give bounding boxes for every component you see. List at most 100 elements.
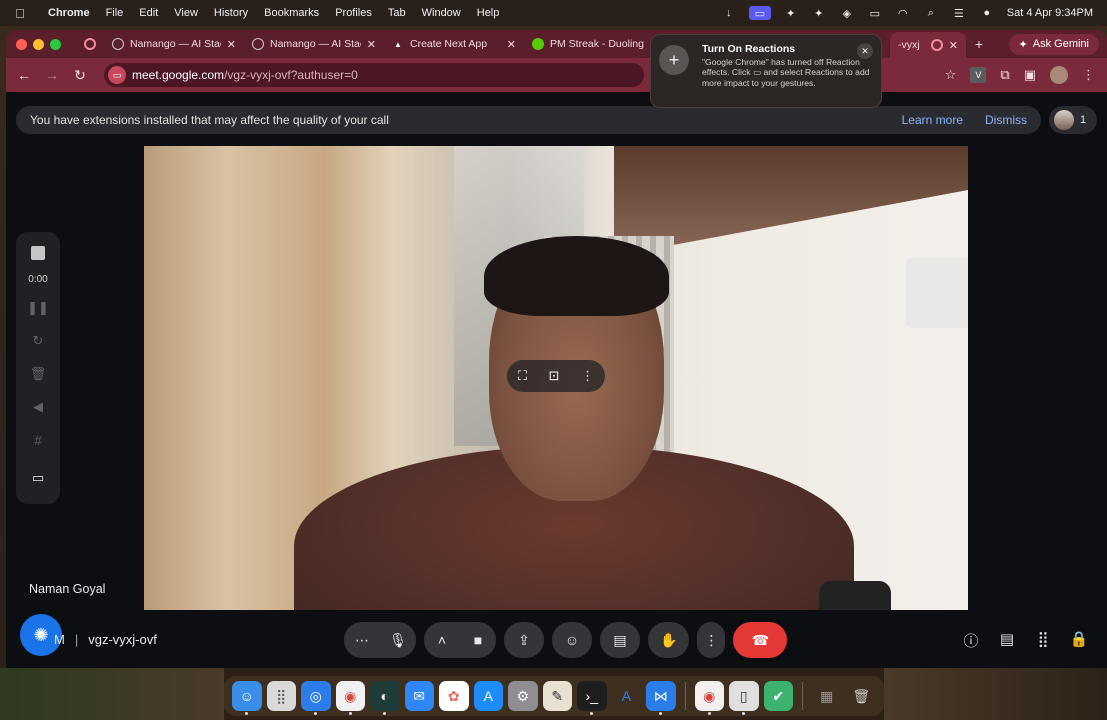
system-settings-icon[interactable]: ⚙: [508, 681, 538, 711]
profile-avatar[interactable]: [1050, 66, 1068, 84]
speaker-muted-icon[interactable]: ◀: [28, 397, 48, 417]
grid-icon[interactable]: #: [28, 430, 48, 450]
present-screen-icon[interactable]: ⇪: [504, 622, 544, 658]
video-options-chevron-icon[interactable]: ˄: [424, 632, 460, 648]
dismiss-button[interactable]: Dismiss: [985, 113, 1027, 127]
control-center-icon[interactable]: ☰: [951, 6, 967, 20]
audio-options-icon[interactable]: ⋯: [344, 632, 380, 649]
reactions-notification[interactable]: + Turn On Reactions "Google Chrome" has …: [650, 34, 882, 108]
menu-view[interactable]: View: [166, 7, 206, 19]
participants-chip[interactable]: 1: [1049, 106, 1097, 134]
chrome-menu-icon[interactable]: ⋮: [1082, 67, 1095, 83]
stop-recording-button[interactable]: [31, 246, 45, 260]
finder-icon[interactable]: ☺: [232, 681, 262, 715]
tab-namango-2[interactable]: Namango — AI Stac ✕: [244, 33, 384, 55]
chrome-icon[interactable]: ◉: [335, 681, 366, 715]
ask-gemini-button[interactable]: ✦ Ask Gemini: [1008, 33, 1099, 55]
minimize-window-button[interactable]: [33, 38, 44, 50]
tab-recording[interactable]: [76, 33, 104, 55]
wifi-icon[interactable]: ◠: [895, 6, 911, 20]
trash-icon[interactable]: 🗑: [28, 364, 48, 384]
gemini-sparkle-icon: ✦: [1018, 38, 1028, 51]
vector-app-icon[interactable]: A: [612, 681, 642, 711]
frame-person-icon[interactable]: ⛶: [518, 368, 527, 384]
security-shield-icon[interactable]: ✔: [763, 681, 793, 711]
zoom-window-button[interactable]: [50, 38, 61, 50]
close-tab-icon[interactable]: ✕: [227, 38, 236, 51]
menu-edit[interactable]: Edit: [131, 7, 166, 19]
notes-app-icon[interactable]: ✎: [542, 681, 573, 711]
trash-icon[interactable]: 🗑: [846, 681, 876, 711]
time-suffix: M: [54, 632, 65, 647]
terminal-icon[interactable]: ›_: [577, 681, 607, 715]
tab-namango-1[interactable]: Namango — AI Stac ✕: [104, 33, 244, 55]
apple-icon[interactable]: : [0, 6, 40, 21]
more-options-icon[interactable]: ⋮: [697, 622, 726, 658]
mail-icon[interactable]: ✉: [404, 681, 435, 711]
close-tab-icon[interactable]: ✕: [507, 38, 516, 51]
tab-search-icon[interactable]: ▣: [1024, 67, 1036, 83]
shield-status-icon[interactable]: ◈: [839, 6, 855, 20]
tab-meet-active[interactable]: -vyxj ✕: [890, 32, 966, 58]
menu-help[interactable]: Help: [469, 7, 508, 19]
downloads-stack-icon[interactable]: ▦: [812, 681, 842, 711]
vercel-triangle-icon: ▲: [394, 39, 402, 49]
tab-pm-streak[interactable]: PM Streak - Duoling: [524, 33, 664, 55]
end-call-icon[interactable]: ☎: [733, 622, 788, 658]
raise-hand-icon[interactable]: ✋: [648, 622, 690, 658]
extension-v-icon[interactable]: V: [970, 67, 987, 83]
back-arrow-icon[interactable]: ←: [10, 67, 38, 83]
chat-icon[interactable]: ▤: [997, 630, 1017, 651]
close-window-button[interactable]: [16, 38, 27, 50]
spotlight-search-icon[interactable]: ⌕: [923, 6, 939, 20]
video-camera-icon[interactable]: ■: [460, 632, 496, 648]
menu-profiles[interactable]: Profiles: [327, 7, 380, 19]
menu-tab[interactable]: Tab: [380, 7, 414, 19]
battery-icon[interactable]: ▭: [867, 6, 883, 20]
new-tab-button[interactable]: +: [966, 36, 992, 52]
vscode-icon[interactable]: ⋈: [646, 681, 676, 715]
launchpad-icon[interactable]: ⣿: [266, 681, 297, 711]
pause-icon[interactable]: ❚❚: [27, 298, 49, 318]
close-tab-icon[interactable]: ✕: [367, 38, 376, 51]
document-viewer-icon[interactable]: ▯: [729, 681, 759, 715]
sparkle-icon[interactable]: ✦: [783, 6, 799, 20]
menu-bookmarks[interactable]: Bookmarks: [256, 7, 327, 19]
menu-app-name[interactable]: Chrome: [40, 7, 98, 19]
menu-history[interactable]: History: [206, 7, 256, 19]
participant-video-tile[interactable]: ⛶ ⊡ ⋮: [144, 146, 968, 610]
address-bar[interactable]: ▭ meet.google.com/vgz-vyxj-ovf?authuser=…: [104, 63, 644, 87]
safari-icon[interactable]: ◎: [301, 681, 331, 715]
sparkle-icon-2[interactable]: ✦: [811, 6, 827, 20]
app-store-icon[interactable]: A: [473, 681, 504, 711]
microphone-icon[interactable]: 🎙: [380, 632, 416, 649]
download-status-icon[interactable]: ↓: [721, 6, 737, 20]
close-tab-icon[interactable]: ✕: [949, 39, 958, 52]
menu-file[interactable]: File: [98, 7, 132, 19]
menubar-clock[interactable]: Sat 4 Apr 9:34PM: [1007, 7, 1093, 19]
reload-icon[interactable]: ↻: [66, 67, 94, 84]
more-options-icon[interactable]: ⋮: [581, 368, 594, 384]
screen-share-status-icon[interactable]: ▭: [748, 6, 771, 20]
forward-arrow-icon[interactable]: →: [38, 67, 66, 83]
chrome-app-icon[interactable]: ◉: [694, 681, 724, 715]
photos-icon[interactable]: ✿: [439, 681, 469, 711]
activities-grid-icon[interactable]: ⣿: [1033, 630, 1053, 651]
siri-icon[interactable]: ●: [979, 6, 995, 20]
effects-icon[interactable]: ⊡: [549, 368, 560, 384]
bookmark-star-icon[interactable]: ☆: [945, 67, 957, 83]
meeting-info-icon[interactable]: ⓘ: [961, 630, 981, 651]
close-notification-icon[interactable]: ✕: [857, 43, 873, 59]
learn-more-link[interactable]: Learn more: [902, 113, 963, 127]
cursor-app-icon[interactable]: ◐: [370, 681, 400, 715]
reactions-emoji-icon[interactable]: ☺: [552, 622, 592, 658]
captions-icon[interactable]: ▤: [600, 622, 640, 658]
participants-count: 1: [1080, 114, 1087, 126]
host-controls-lock-icon[interactable]: 🔒: [1069, 630, 1089, 651]
extensions-puzzle-icon[interactable]: ⧉: [1000, 67, 1009, 83]
menu-window[interactable]: Window: [414, 7, 469, 19]
restart-icon[interactable]: ↻: [28, 331, 48, 351]
camera-icon[interactable]: ▭: [28, 468, 48, 488]
tab-create-next-app[interactable]: ▲ Create Next App ✕: [384, 33, 524, 55]
site-info-icon[interactable]: ▭: [108, 66, 126, 84]
